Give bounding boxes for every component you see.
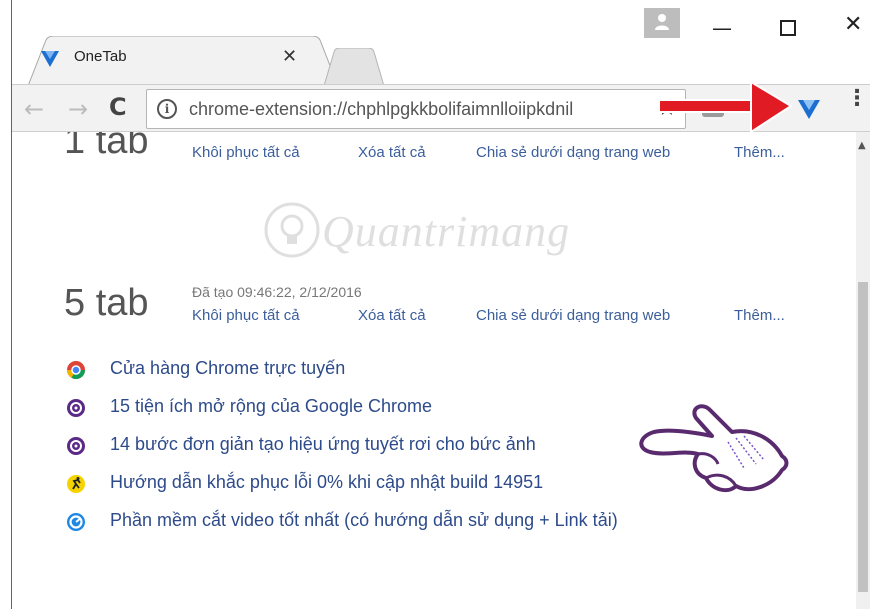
pointing-hand-annotation bbox=[639, 404, 789, 493]
restore-all-link[interactable]: Khôi phục tất cả bbox=[192, 307, 300, 324]
watermark-text: Quantrimang bbox=[322, 207, 571, 256]
list-item[interactable]: Phần mềm cắt video tốt nhất (có hướng dẫ… bbox=[66, 508, 706, 538]
close-window-button[interactable]: ✕ bbox=[844, 12, 862, 37]
url-text[interactable]: chrome-extension://chphlpgkkbolifaimnllo… bbox=[189, 99, 573, 120]
share-as-webpage-link[interactable]: Chia sẻ dưới dạng trang web bbox=[476, 307, 670, 324]
share-as-webpage-link[interactable]: Chia sẻ dưới dạng trang web bbox=[476, 144, 670, 161]
onetab-extension-icon[interactable] bbox=[796, 95, 822, 121]
list-item[interactable]: 15 tiện ích mở rộng của Google Chrome bbox=[66, 394, 706, 424]
list-item[interactable]: 14 bước đơn giản tạo hiệu ứng tuyết rơi … bbox=[66, 432, 706, 462]
back-button[interactable]: ← bbox=[24, 95, 44, 123]
list-item[interactable]: Hướng dẫn khắc phục lỗi 0% khi cập nhật … bbox=[66, 470, 706, 500]
vertical-scrollbar[interactable]: ▲ bbox=[856, 132, 870, 609]
profile-icon bbox=[655, 14, 669, 30]
tab-link[interactable]: Hướng dẫn khắc phục lỗi 0% khi cập nhật … bbox=[110, 472, 543, 493]
red-arrow-annotation bbox=[658, 80, 793, 134]
scroll-thumb[interactable] bbox=[858, 282, 868, 592]
more-link[interactable]: Thêm... bbox=[734, 307, 785, 324]
purple-site-icon bbox=[67, 437, 85, 455]
watermark-logo: Quantrimang bbox=[262, 192, 592, 272]
onetab-content: 1 tab Khôi phục tất cả Xóa tất cả Chia s… bbox=[12, 132, 856, 609]
tab-link[interactable]: 15 tiện ích mở rộng của Google Chrome bbox=[110, 396, 432, 417]
forward-button[interactable]: → bbox=[68, 95, 88, 123]
profile-button[interactable] bbox=[644, 8, 680, 38]
info-icon[interactable]: i bbox=[157, 99, 177, 119]
group-count-label: 5 tab bbox=[64, 282, 149, 324]
delete-all-link[interactable]: Xóa tất cả bbox=[358, 307, 426, 324]
onetab-favicon bbox=[41, 51, 59, 67]
maximize-button[interactable] bbox=[780, 20, 796, 36]
blue-circle-icon bbox=[67, 513, 85, 531]
yellow-runner-icon bbox=[67, 475, 85, 493]
list-item[interactable]: Cửa hàng Chrome trực tuyến bbox=[66, 356, 706, 386]
chrome-webstore-icon bbox=[67, 361, 85, 380]
restore-all-link[interactable]: Khôi phục tất cả bbox=[192, 144, 300, 161]
tab-close-icon[interactable]: ✕ bbox=[282, 46, 297, 67]
delete-all-link[interactable]: Xóa tất cả bbox=[358, 144, 426, 161]
more-link[interactable]: Thêm... bbox=[734, 144, 785, 161]
tab-onetab[interactable]: OneTab ✕ bbox=[12, 36, 342, 86]
tab-link[interactable]: Cửa hàng Chrome trực tuyến bbox=[110, 358, 345, 379]
group-created-date: Đã tạo 09:46:22, 2/12/2016 bbox=[192, 284, 362, 300]
menu-icon[interactable]: ⋮ bbox=[846, 88, 868, 110]
new-tab-button[interactable] bbox=[324, 48, 384, 86]
lightbulb-icon bbox=[264, 202, 320, 258]
tab-link[interactable]: Phần mềm cắt video tốt nhất (có hướng dẫ… bbox=[110, 510, 618, 531]
reload-button[interactable]: C bbox=[109, 93, 127, 121]
tab-title: OneTab bbox=[74, 48, 127, 65]
group-count-label: 1 tab bbox=[64, 132, 149, 162]
purple-site-icon bbox=[67, 399, 85, 417]
tab-link[interactable]: 14 bước đơn giản tạo hiệu ứng tuyết rơi … bbox=[110, 434, 536, 455]
window-frame bbox=[0, 0, 12, 609]
address-bar[interactable]: i chrome-extension://chphlpgkkbolifaimnl… bbox=[146, 89, 686, 129]
scroll-up-icon[interactable]: ▲ bbox=[858, 140, 866, 151]
